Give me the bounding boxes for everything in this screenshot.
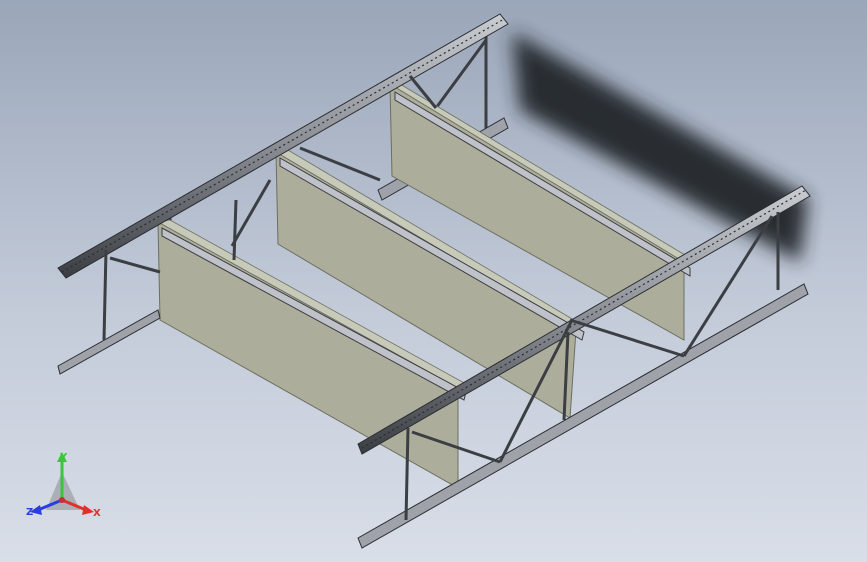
x-axis-label: X [93,508,101,519]
y-axis-label: Y [59,452,68,463]
coordinate-triad[interactable]: Y X Z [26,448,106,524]
graphics-viewport[interactable]: Y X Z [0,0,867,562]
triad-origin [59,497,65,503]
cad-3d-scene[interactable] [0,0,867,562]
left-bottom-chord [57,309,161,375]
z-axis-label: Z [26,507,33,518]
triad-graphic: Y X Z [26,452,101,519]
